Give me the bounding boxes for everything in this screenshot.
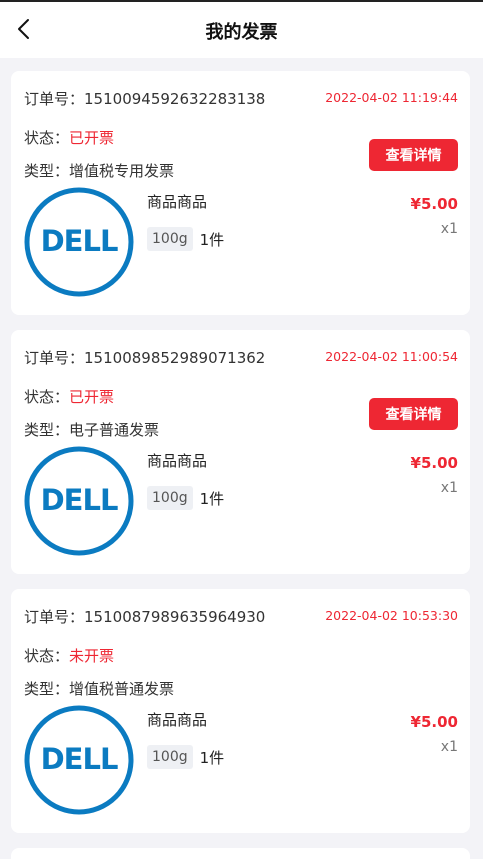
status-row: 状态：未开票 xyxy=(24,645,114,666)
order-number: 1510094592632283138 xyxy=(84,90,266,108)
status-row: 状态：已开票 xyxy=(24,386,114,407)
goods-spec-row: 100g 1件 xyxy=(147,745,224,769)
quantity-text: 1件 xyxy=(199,748,225,767)
order-number-label: 订单号： xyxy=(24,608,85,626)
nav-bar: 我的发票 xyxy=(0,2,483,58)
status-label: 状态： xyxy=(24,647,70,665)
quantity-text: 1件 xyxy=(199,230,225,249)
page-title: 我的发票 xyxy=(205,22,278,43)
price: ¥5.00 xyxy=(410,454,458,472)
order-number: 1510087989635964930 xyxy=(84,608,266,626)
type-label: 类型： xyxy=(24,162,70,180)
order-number-row: 订单号：1510087989635964930 xyxy=(24,606,265,627)
invoice-card-partial xyxy=(11,848,470,859)
goods-name: 商品商品 xyxy=(147,193,208,211)
view-detail-button[interactable]: 查看详情 xyxy=(369,398,458,430)
logo-text: DELL xyxy=(41,742,118,776)
type-row: 类型：增值税专用发票 xyxy=(24,160,174,181)
item-count: x1 xyxy=(440,739,458,755)
type-label: 类型： xyxy=(24,421,70,439)
dell-logo-icon[interactable]: DELL xyxy=(24,187,134,297)
invoice-card: 订单号：1510094592632283138 2022-04-02 11:19… xyxy=(11,71,470,315)
type-row: 类型：增值税普通发票 xyxy=(24,678,174,699)
logo-text: DELL xyxy=(41,224,118,258)
type-value: 增值税普通发票 xyxy=(69,680,175,698)
logo-text: DELL xyxy=(41,483,118,517)
order-date: 2022-04-02 11:00:54 xyxy=(325,349,458,364)
price: ¥5.00 xyxy=(410,713,458,731)
goods-name: 商品商品 xyxy=(147,452,208,470)
item-count: x1 xyxy=(440,480,458,496)
goods-spec-row: 100g 1件 xyxy=(147,227,224,251)
spec-tag: 100g xyxy=(147,745,193,769)
order-number-row: 订单号：1510089852989071362 xyxy=(24,347,265,368)
invoice-card: 订单号：1510089852989071362 2022-04-02 11:00… xyxy=(11,330,470,574)
view-detail-button[interactable]: 查看详情 xyxy=(369,139,458,171)
type-value: 增值税专用发票 xyxy=(69,162,175,180)
price: ¥5.00 xyxy=(410,195,458,213)
type-value: 电子普通发票 xyxy=(69,421,160,439)
order-number-row: 订单号：1510094592632283138 xyxy=(24,88,265,109)
goods-name: 商品商品 xyxy=(147,711,208,729)
spec-tag: 100g xyxy=(147,227,193,251)
order-number: 1510089852989071362 xyxy=(84,349,266,367)
invoice-card: 订单号：1510087989635964930 2022-04-02 10:53… xyxy=(11,589,470,833)
type-label: 类型： xyxy=(24,680,70,698)
quantity-text: 1件 xyxy=(199,489,225,508)
status-label: 状态： xyxy=(24,129,70,147)
item-count: x1 xyxy=(440,221,458,237)
dell-logo-icon[interactable]: DELL xyxy=(24,705,134,815)
status-value: 已开票 xyxy=(69,129,115,147)
goods-spec-row: 100g 1件 xyxy=(147,486,224,510)
type-row: 类型：电子普通发票 xyxy=(24,419,159,440)
status-label: 状态： xyxy=(24,388,70,406)
dell-logo-icon[interactable]: DELL xyxy=(24,446,134,556)
status-value: 已开票 xyxy=(69,388,115,406)
order-number-label: 订单号： xyxy=(24,349,85,367)
spec-tag: 100g xyxy=(147,486,193,510)
order-number-label: 订单号： xyxy=(24,90,85,108)
order-date: 2022-04-02 10:53:30 xyxy=(325,608,458,623)
status-row: 状态：已开票 xyxy=(24,127,114,148)
status-value: 未开票 xyxy=(69,647,115,665)
order-date: 2022-04-02 11:19:44 xyxy=(325,90,458,105)
